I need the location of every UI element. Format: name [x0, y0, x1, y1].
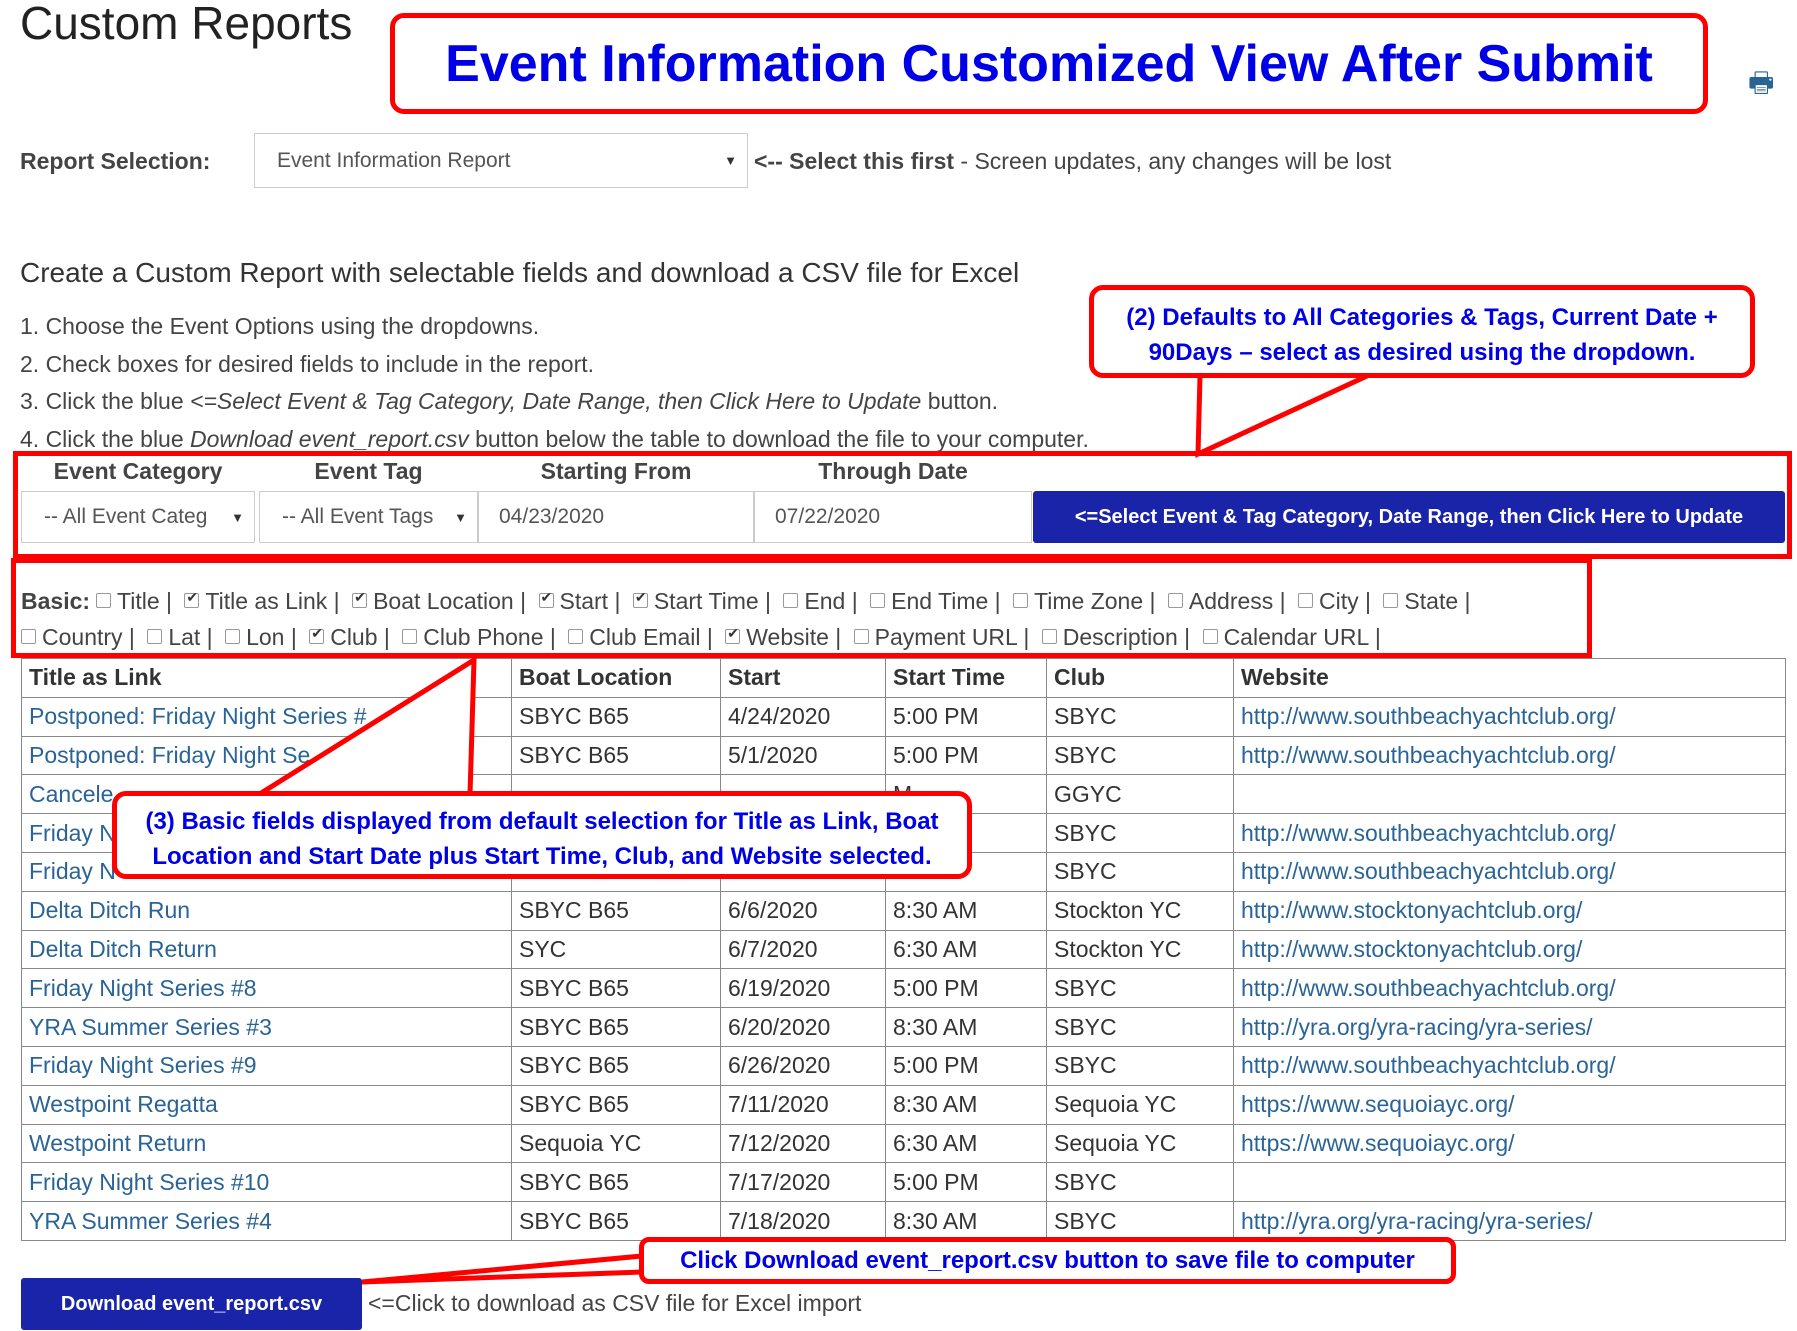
- download-annotation: Click Download event_report.csv button t…: [639, 1237, 1456, 1284]
- basic-fields-annotation: (3) Basic fields displayed from default …: [112, 791, 972, 879]
- defaults-annotation: (2) Defaults to All Categories & Tags, C…: [1089, 285, 1755, 378]
- annotation-pointers: [256, 372, 1369, 1285]
